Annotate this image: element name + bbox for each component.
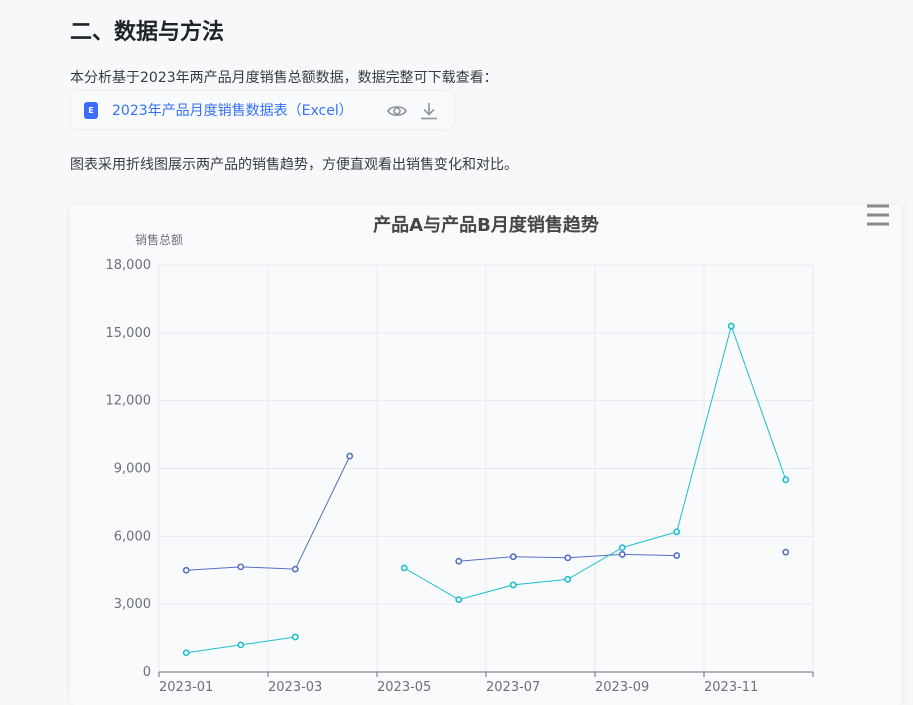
- data-point: [237, 641, 245, 649]
- data-point: [564, 575, 572, 583]
- y-tick-label: 3,000: [114, 597, 151, 612]
- x-tick-label: 2023-11: [704, 680, 758, 695]
- data-point: [509, 553, 517, 561]
- x-tick-label: 2023-07: [486, 680, 540, 695]
- data-point: [455, 596, 463, 604]
- data-point: [618, 551, 626, 558]
- data-point: [455, 557, 463, 565]
- chart-title: 产品A与产品B月度销售趋势: [373, 214, 599, 236]
- hamburger-menu-icon: [867, 204, 889, 226]
- data-point: [727, 322, 735, 330]
- axes: 0 3,000 6,000 9,000 12,000 15,000 18,000 2023-0…: [106, 258, 814, 695]
- data-point: [291, 633, 299, 641]
- x-tick-label: 2023-09: [595, 680, 649, 695]
- data-point: [673, 528, 681, 536]
- chart-menu-button[interactable]: [866, 203, 890, 227]
- data-point: [291, 565, 299, 573]
- data-point: [182, 566, 190, 574]
- data-point: [618, 544, 626, 552]
- y-tick-label: 18,000: [106, 258, 152, 273]
- data-point: [237, 563, 245, 571]
- data-point: [400, 564, 408, 572]
- data-point: [346, 452, 354, 460]
- y-tick-label: 12,000: [106, 394, 152, 409]
- data-point: [782, 548, 790, 556]
- data-point: [782, 476, 790, 484]
- y-tick-label: 6,000: [114, 529, 151, 544]
- data-point: [673, 552, 681, 559]
- x-tick-label: 2023-01: [159, 680, 213, 695]
- y-tick-label: 0: [143, 665, 151, 680]
- line-chart: 0 3,000 6,000 9,000 12,000 15,000 18,000 2023-0…: [106, 214, 814, 695]
- data-point: [182, 649, 190, 657]
- grid-lines: [158, 264, 814, 672]
- data-point: [509, 581, 517, 589]
- x-tick-label: 2023-03: [268, 680, 322, 695]
- y-tick-label: 15,000: [106, 326, 152, 341]
- y-axis-label: 销售总额: [135, 232, 183, 247]
- x-tick-label: 2023-05: [377, 680, 431, 695]
- data-point: [564, 554, 572, 562]
- y-tick-label: 9,000: [114, 462, 151, 477]
